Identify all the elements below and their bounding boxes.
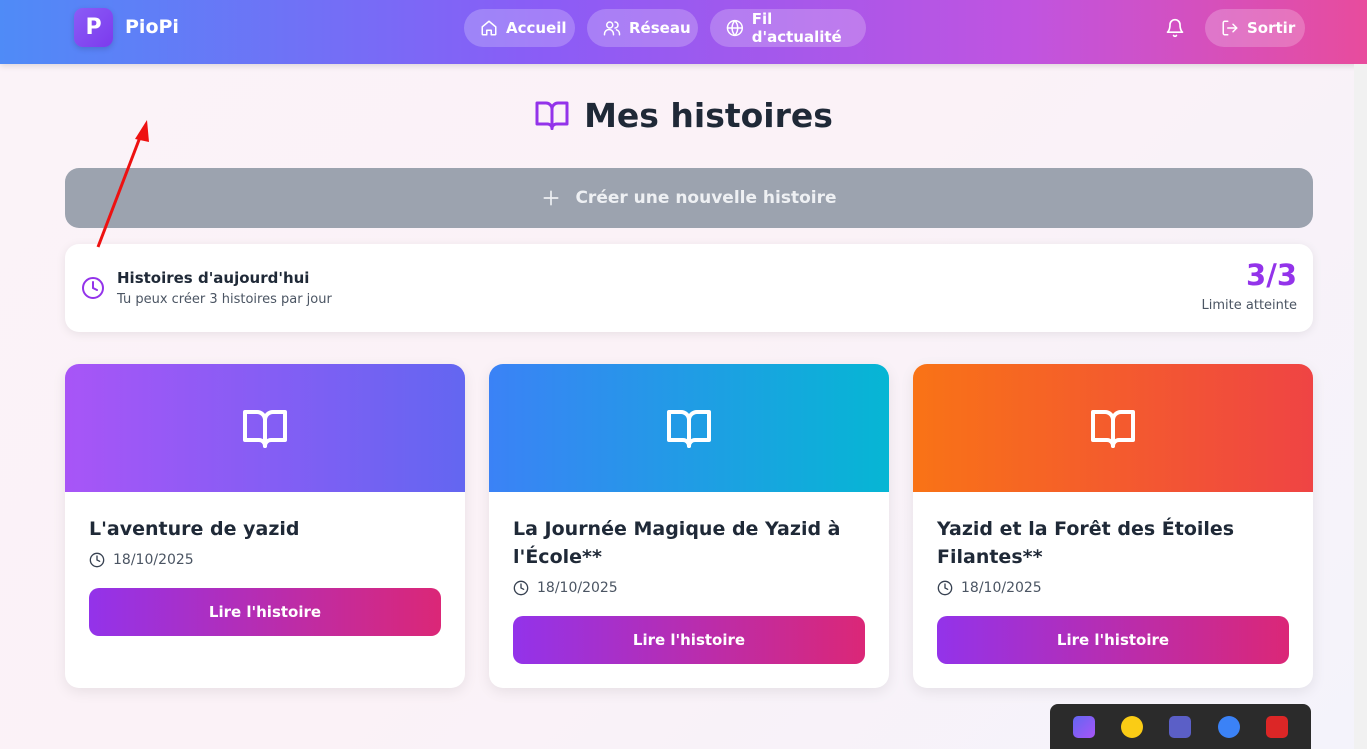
clock-icon xyxy=(513,580,529,596)
nav-feed-button[interactable]: Fil d'actualité xyxy=(710,9,866,47)
story-card: L'aventure de yazid 18/10/2025 Lire l'hi… xyxy=(65,364,465,688)
clock-icon xyxy=(82,277,104,299)
plus-icon xyxy=(543,190,559,206)
logout-label: Sortir xyxy=(1247,19,1296,37)
users-icon xyxy=(603,21,621,36)
nav-home-button[interactable]: Accueil xyxy=(464,9,575,47)
top-navbar: P PioPi Accueil Réseau Fil d'actualité S… xyxy=(0,0,1367,64)
create-story-label: Créer une nouvelle histoire xyxy=(575,188,837,208)
logo-letter: P xyxy=(85,15,102,40)
story-banner[interactable] xyxy=(65,364,465,492)
read-story-button[interactable]: Lire l'histoire xyxy=(513,616,865,664)
clock-icon xyxy=(89,552,105,568)
read-story-button[interactable]: Lire l'histoire xyxy=(89,588,441,636)
story-date: 18/10/2025 xyxy=(89,552,194,568)
scrollbar[interactable] xyxy=(1354,64,1367,749)
story-title: Yazid et la Forêt des Étoiles Filantes** xyxy=(937,518,1235,568)
daily-limit-card: Histoires d'aujourd'hui Tu peux créer 3 … xyxy=(65,244,1313,332)
story-title: La Journée Magique de Yazid à l'École** xyxy=(513,518,841,568)
daily-limit-count: 3/3 xyxy=(1246,258,1297,292)
daily-limit-subtitle: Tu peux créer 3 histoires par jour xyxy=(117,292,332,307)
home-icon xyxy=(481,20,497,36)
story-date: 18/10/2025 xyxy=(937,580,1042,596)
bell-icon xyxy=(1166,18,1184,38)
story-title: L'aventure de yazid xyxy=(89,518,300,540)
app-name[interactable]: PioPi xyxy=(125,16,179,38)
system-tray-popup xyxy=(1050,704,1311,749)
notifications-button[interactable] xyxy=(1163,16,1187,40)
app-icon-4[interactable] xyxy=(1217,716,1240,738)
clock-icon xyxy=(937,580,953,596)
logo-badge[interactable]: P xyxy=(74,8,113,47)
globe-icon xyxy=(726,19,744,37)
create-story-button[interactable]: Créer une nouvelle histoire xyxy=(65,168,1313,228)
story-banner[interactable] xyxy=(913,364,1313,492)
nav-feed-label: Fil d'actualité xyxy=(751,10,842,46)
logout-button[interactable]: Sortir xyxy=(1205,9,1305,47)
book-open-icon xyxy=(667,410,711,448)
page-header: Mes histoires xyxy=(0,92,1367,138)
read-story-button[interactable]: Lire l'histoire xyxy=(937,616,1289,664)
story-date-text: 18/10/2025 xyxy=(961,580,1042,596)
story-card: Yazid et la Forêt des Étoiles Filantes**… xyxy=(913,364,1313,688)
story-banner[interactable] xyxy=(489,364,889,492)
app-icon-2[interactable] xyxy=(1121,716,1144,738)
teams-icon[interactable] xyxy=(1169,716,1192,738)
story-date-text: 18/10/2025 xyxy=(113,552,194,568)
logout-icon xyxy=(1222,20,1238,36)
nav-network-label: Réseau xyxy=(629,19,691,37)
book-open-icon xyxy=(243,410,287,448)
story-card: La Journée Magique de Yazid à l'École** … xyxy=(489,364,889,688)
mcafee-icon[interactable] xyxy=(1265,716,1288,738)
daily-limit-title: Histoires d'aujourd'hui xyxy=(117,269,310,287)
nav-home-label: Accueil xyxy=(506,19,567,37)
book-open-icon xyxy=(1091,410,1135,448)
daily-limit-status: Limite atteinte xyxy=(1201,298,1297,313)
book-open-icon xyxy=(535,101,569,130)
story-date: 18/10/2025 xyxy=(513,580,618,596)
page-title: Mes histoires xyxy=(584,95,833,135)
story-date-text: 18/10/2025 xyxy=(537,580,618,596)
app-icon-1[interactable] xyxy=(1073,716,1096,738)
nav-network-button[interactable]: Réseau xyxy=(587,9,698,47)
